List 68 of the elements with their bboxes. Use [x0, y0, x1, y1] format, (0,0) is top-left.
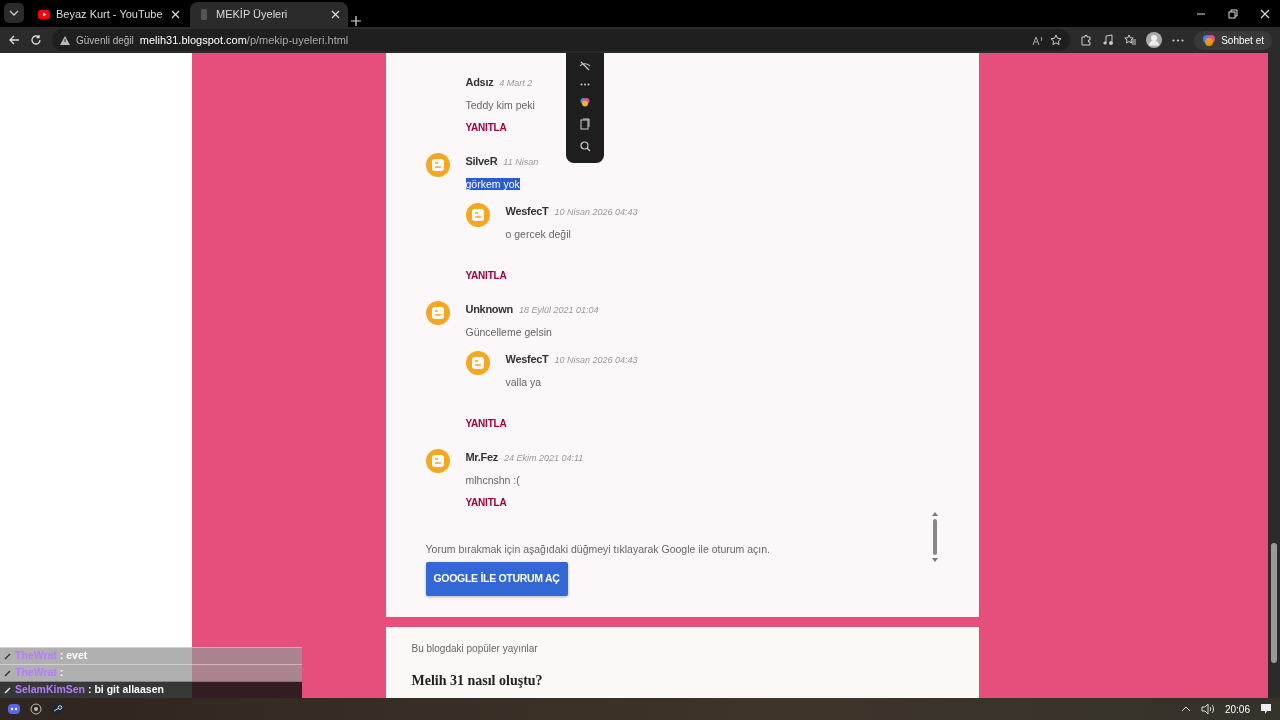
- reply-link[interactable]: YANITLA: [465, 417, 507, 430]
- back-icon[interactable]: [8, 34, 20, 46]
- more-icon[interactable]: [1172, 38, 1185, 42]
- comment-text: Güncelleme gelsin: [465, 326, 552, 338]
- clock[interactable]: 20:06: [1224, 701, 1250, 717]
- author-name[interactable]: Mr.Fez: [465, 451, 498, 463]
- close-icon[interactable]: [171, 10, 180, 19]
- pencil-icon: [4, 652, 12, 660]
- chat-message: : bi git allaasen: [88, 682, 164, 698]
- browser-tab[interactable]: Beyaz Kurt - YouTube: [30, 2, 188, 27]
- puzzle-icon[interactable]: [1080, 34, 1093, 46]
- reply-link[interactable]: YANITLA: [465, 496, 507, 509]
- chat-username: TheWrat: [15, 665, 57, 681]
- google-signin-button[interactable]: GOOGLE İLE OTURUM AÇ: [425, 562, 568, 596]
- pencil-icon: [4, 686, 12, 694]
- discord-icon[interactable]: [8, 704, 20, 714]
- chat-message: :: [59, 665, 64, 681]
- obs-icon[interactable]: [30, 703, 42, 715]
- new-tab-icon[interactable]: [350, 15, 362, 27]
- hide-icon[interactable]: [579, 60, 591, 73]
- comment-text: mlhcnshn :(: [465, 474, 520, 486]
- copilot-button[interactable]: Sohbet et: [1194, 30, 1272, 50]
- signin-hint: Yorum bırakmak için aşağıdaki düğmeyi tıklayarak Google ile oturum açın.: [425, 543, 772, 556]
- comment-text: valla ya: [505, 376, 542, 388]
- copilot-icon[interactable]: [580, 97, 590, 107]
- chat-message: : evet: [59, 648, 88, 664]
- author-name[interactable]: WesfecT: [505, 205, 549, 217]
- author-name[interactable]: SilveR: [465, 155, 498, 167]
- read-aloud-icon[interactable]: [1032, 34, 1045, 46]
- reply-link[interactable]: YANITLA: [465, 269, 507, 282]
- restore-icon[interactable]: [1228, 8, 1238, 19]
- music-icon[interactable]: [1102, 34, 1115, 46]
- comment-text: görkem yok: [465, 178, 520, 190]
- speaker-icon[interactable]: [1200, 703, 1215, 715]
- warning-icon: [60, 35, 70, 45]
- post-title[interactable]: Melih 31 nasıl oluştu?: [411, 670, 953, 691]
- chat-username: TheWrat: [15, 648, 57, 664]
- star-icon[interactable]: [1050, 34, 1063, 46]
- browser-tab[interactable]: MEKİP Üyeleri: [190, 2, 348, 27]
- chat-username: SelamKimSen: [15, 682, 86, 698]
- scrollbar-thumb[interactable]: [1271, 543, 1277, 663]
- comment-text: o gercek değil: [505, 228, 571, 240]
- chevron-down-icon: [9, 10, 19, 16]
- chevron-up-icon[interactable]: [1180, 706, 1191, 712]
- page-icon: [198, 9, 210, 20]
- address-bar[interactable]: Güvenli değil melih31.blogspot.com/p/mekip-uyeleri.html: [52, 29, 1071, 51]
- steam-icon[interactable]: [52, 703, 64, 715]
- search-icon[interactable]: [579, 140, 591, 152]
- author-name[interactable]: Unknown: [465, 303, 513, 315]
- more-icon[interactable]: [580, 83, 590, 87]
- close-icon[interactable]: [331, 10, 340, 19]
- copilot-icon: [1202, 33, 1217, 47]
- tab-list-button[interactable]: [4, 3, 24, 23]
- profile-icon[interactable]: [1146, 32, 1163, 48]
- youtube-icon: [38, 9, 50, 20]
- scrollbar[interactable]: [1268, 53, 1280, 698]
- copy-icon[interactable]: [580, 117, 590, 130]
- scroll-indicator-icon: [930, 511, 939, 563]
- favorites-icon[interactable]: [1124, 34, 1137, 46]
- section-heading: Bu blogdaki popüler yayınlar: [411, 642, 539, 656]
- reply-link[interactable]: YANITLA: [465, 121, 507, 134]
- author-name[interactable]: Adsız: [465, 76, 494, 88]
- notification-icon[interactable]: [1260, 703, 1272, 715]
- comment-text: Teddy kim peki: [465, 99, 535, 111]
- close-icon[interactable]: [1260, 8, 1270, 19]
- refresh-icon[interactable]: [30, 34, 42, 46]
- pencil-icon: [4, 669, 12, 677]
- author-name[interactable]: WesfecT: [505, 353, 549, 365]
